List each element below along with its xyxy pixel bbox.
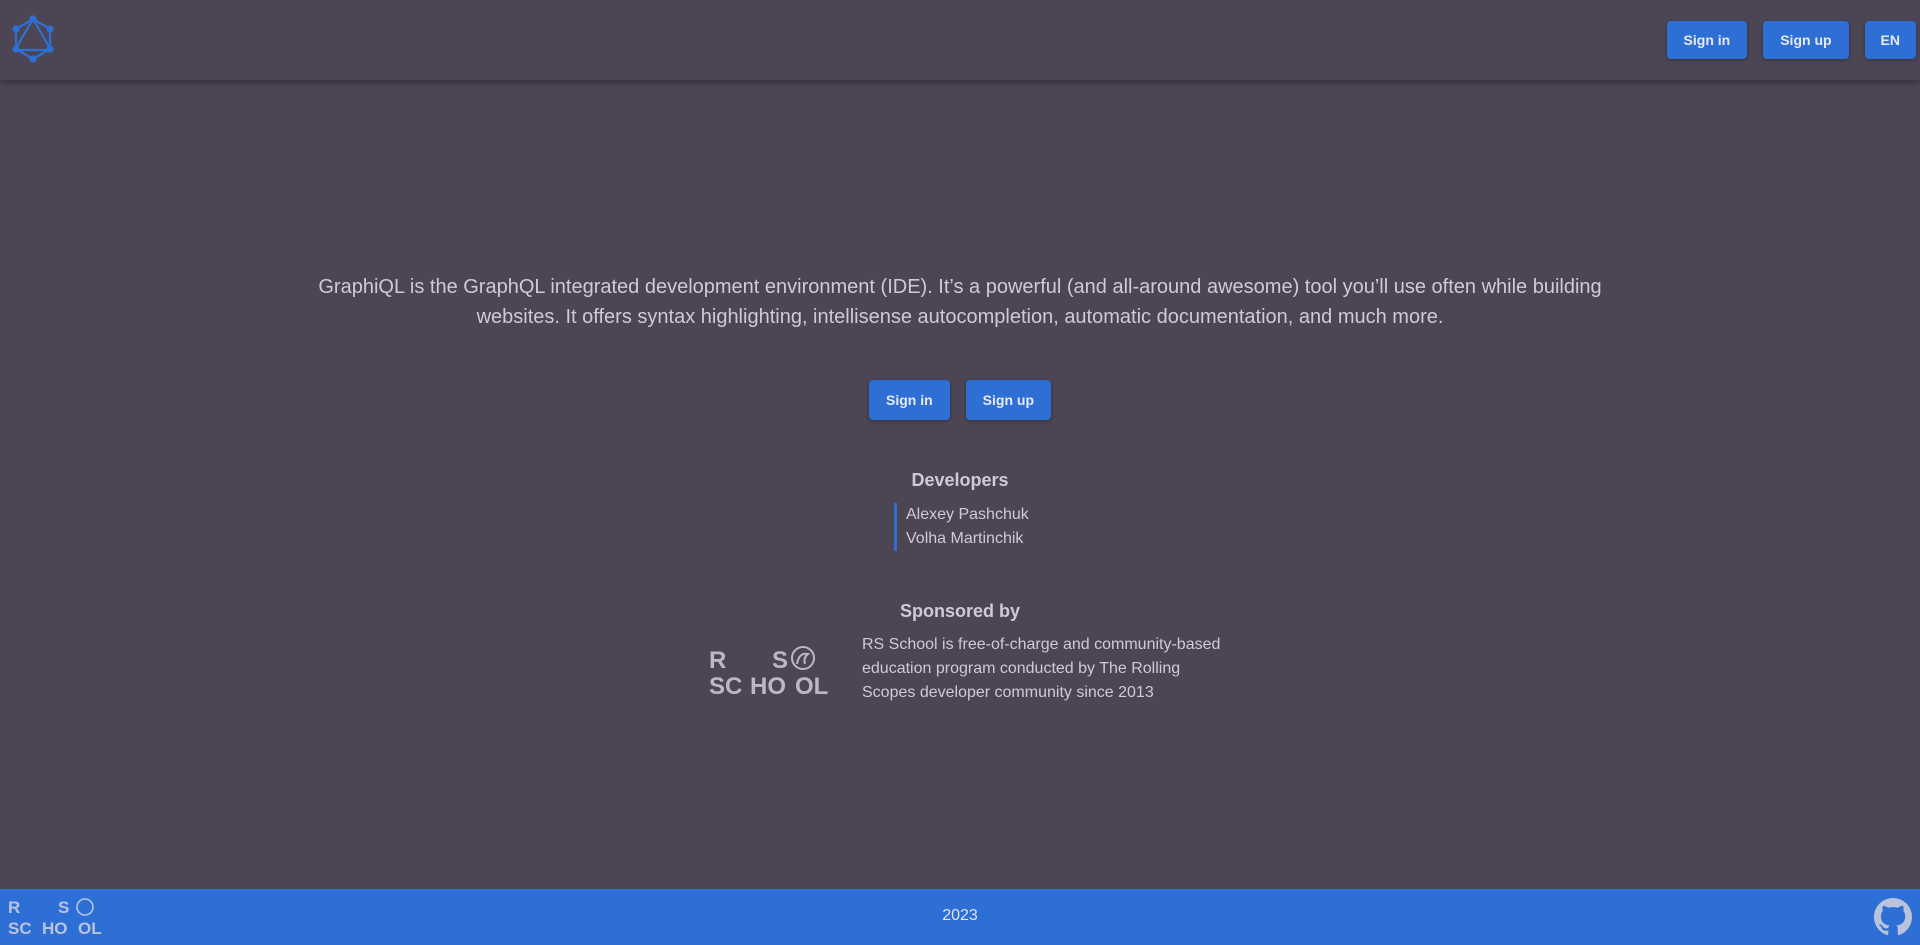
developers-title: Developers <box>911 470 1009 490</box>
header-sign-in-button[interactable]: Sign in <box>1666 21 1748 59</box>
main-content: GraphiQL is the GraphQL integrated devel… <box>0 80 1920 889</box>
sign-in-button[interactable]: Sign in <box>869 380 950 420</box>
header-sign-up-button[interactable]: Sign up <box>1763 21 1849 59</box>
intro-text: GraphiQL is the GraphQL integrated devel… <box>318 276 1602 328</box>
footer-year: 2023 <box>942 907 978 924</box>
language-button[interactable]: EN <box>1864 21 1916 59</box>
logo-letter: HO <box>750 673 786 700</box>
logo-letter: S <box>772 647 788 674</box>
auth-buttons: Sign in Sign up <box>0 380 1920 420</box>
sponsor-title: Sponsored by <box>899 601 1020 621</box>
header: Sign in Sign up EN <box>0 0 1920 80</box>
graphql-logo-icon[interactable] <box>8 14 58 64</box>
developers-list: Alexey Pashchuk Volha Martinchik <box>894 503 1029 551</box>
rs-school-logo[interactable]: R S SC HO OL <box>709 644 831 770</box>
logo-letter: R <box>709 647 726 674</box>
sign-up-button[interactable]: Sign up <box>965 380 1051 420</box>
logo-letter: SC <box>709 673 742 700</box>
rolling-scopes-icon <box>791 646 815 670</box>
sponsor-description: RS School is free-of-charge and communit… <box>862 636 1221 701</box>
developer-name[interactable]: Alexey Pashchuk <box>906 503 1029 527</box>
footer: R S SC HO OL 2023 <box>0 889 1920 945</box>
logo-letter: OL <box>795 673 828 700</box>
developer-name[interactable]: Volha Martinchik <box>906 527 1029 551</box>
github-icon[interactable] <box>1874 898 1912 936</box>
header-nav: Sign in Sign up EN <box>1666 21 1916 59</box>
